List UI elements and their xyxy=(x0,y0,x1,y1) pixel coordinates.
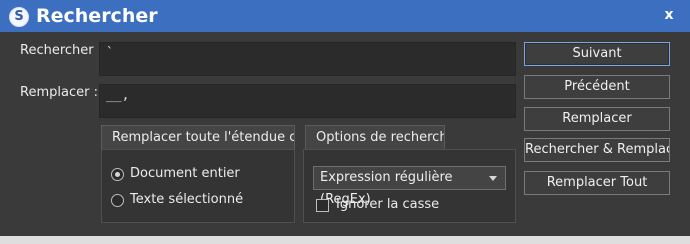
close-icon[interactable]: x xyxy=(660,6,678,24)
window-bottom-edge xyxy=(0,236,690,244)
window-title: Rechercher xyxy=(36,5,158,27)
find-replace-button[interactable]: Rechercher & Remplacer xyxy=(524,138,670,162)
radio-document-entier-label: Document entier xyxy=(130,166,240,181)
app-logo-icon: S xyxy=(9,7,29,27)
radio-texte-selectionne-label: Texte sélectionné xyxy=(130,192,244,207)
replace-button[interactable]: Remplacer xyxy=(524,107,670,131)
replace-all-button[interactable]: Remplacer Tout xyxy=(524,171,670,195)
tab-replace-scope[interactable]: Remplacer toute l'étendue choisi xyxy=(101,125,295,149)
chevron-down-icon xyxy=(489,176,497,181)
ignore-case-checkbox[interactable] xyxy=(316,199,329,212)
title-bar: S Rechercher x xyxy=(0,0,690,33)
ignore-case-label: Ignorer la casse xyxy=(336,197,440,212)
search-label: Rechercher : xyxy=(20,43,103,58)
tab-search-options[interactable]: Options de recherche xyxy=(305,125,445,149)
replace-input[interactable]: __, xyxy=(99,84,516,118)
replace-label: Remplacer : xyxy=(20,85,98,100)
dialog-body: Rechercher : ` Remplacer : __, Remplacer… xyxy=(0,32,690,244)
options-panel: Expression régulière (RegEx) Ignorer la … xyxy=(303,149,516,223)
radio-texte-selectionne[interactable] xyxy=(111,194,124,207)
search-input[interactable]: ` xyxy=(99,42,516,76)
radio-document-entier[interactable] xyxy=(111,168,124,181)
previous-button[interactable]: Précédent xyxy=(524,75,670,99)
next-button[interactable]: Suivant xyxy=(524,42,670,66)
search-mode-select[interactable]: Expression régulière (RegEx) xyxy=(313,166,506,207)
scope-panel: Document entier Texte sélectionné xyxy=(101,149,295,223)
